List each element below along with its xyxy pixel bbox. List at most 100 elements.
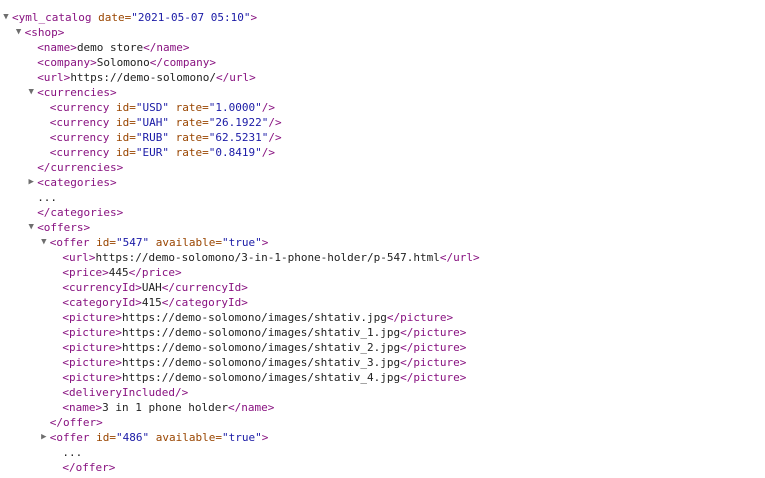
xml-text: https://demo-solomono/ <box>70 71 217 84</box>
currency-usd: <currency id="USD" rate="1.0000"/> <box>50 100 275 115</box>
offer-486-close: </offer> <box>62 460 115 475</box>
xml-attribute-name: id= <box>96 431 117 444</box>
xml-text: 415 <box>141 296 162 309</box>
xml-text: demo store <box>76 41 144 54</box>
shop-url-line: <url>https://demo-solomono/</url> <box>0 70 765 85</box>
shop-name: <name>demo store</name> <box>37 40 189 55</box>
xml-tag: </offer> <box>49 416 103 429</box>
offer-category-id: <categoryId>415</categoryId> <box>62 295 247 310</box>
xml-attribute-value: "true" <box>222 236 262 249</box>
xml-tag: </currencies> <box>37 161 124 174</box>
offer-picture-4-line: <picture>https://demo-solomono/images/sh… <box>0 355 765 370</box>
xml-tag: <offer <box>49 431 90 444</box>
currency-uah-line: <currency id="UAH" rate="26.1922"/> <box>0 115 765 130</box>
xml-text: https://demo-solomono/images/shtativ.jpg <box>122 311 387 324</box>
collapse-arrow-icon[interactable]: ▶ <box>39 430 49 445</box>
xml-text: 445 <box>108 266 129 279</box>
xml-tag: <url> <box>37 71 71 84</box>
xml-tag: <currencyId> <box>62 281 142 294</box>
offer-picture-5-line: <picture>https://demo-solomono/images/sh… <box>0 370 765 385</box>
offer-486-open-line[interactable]: ▶ <offer id="486" available="true"> <box>0 430 765 445</box>
xml-attribute-name: available= <box>155 236 223 249</box>
collapse-arrow-icon[interactable]: ▶ <box>26 175 36 190</box>
xml-text: https://demo-solomono/images/shtativ_2.j… <box>122 341 401 354</box>
xml-tag: <categories> <box>37 176 117 189</box>
xml-attribute-name: available= <box>155 431 223 444</box>
currencies-open-line[interactable]: ▼ <currencies> <box>0 85 765 100</box>
xml-tag: </picture> <box>400 341 467 354</box>
offer-url-line: <url>https://demo-solomono/3-in-1-phone-… <box>0 250 765 265</box>
xml-text: Solomono <box>96 56 150 69</box>
offer-547-open-line[interactable]: ▼ <offer id="547" available="true"> <box>0 235 765 250</box>
shop-open-line[interactable]: ▼ <shop> <box>0 25 765 40</box>
xml-attribute-value: "USD" <box>135 101 170 114</box>
xml-tag: <currency <box>49 131 110 144</box>
categories-ellipsis: ... <box>37 190 57 205</box>
xml-attribute-value: "1.0000" <box>208 101 262 114</box>
xml-tag: <price> <box>62 266 109 279</box>
xml-tag: > <box>261 431 269 444</box>
shop-open: <shop> <box>25 25 65 40</box>
offer-delivery-included: <deliveryIncluded/> <box>62 385 188 400</box>
expand-arrow-icon[interactable]: ▼ <box>26 85 36 100</box>
offer-picture-2-line: <picture>https://demo-solomono/images/sh… <box>0 325 765 340</box>
xml-tag: </company> <box>149 56 217 69</box>
yml-catalog-open: <yml_catalog date="2021-05-07 05:10"> <box>12 10 257 25</box>
shop-company-line: <company>Solomono</company> <box>0 55 765 70</box>
offer-name: <name>3 in 1 phone holder</name> <box>62 400 274 415</box>
xml-tag: <currency <box>49 116 110 129</box>
xml-attribute-value: "RUB" <box>135 131 170 144</box>
xml-attribute-value: "62.5231" <box>208 131 269 144</box>
xml-tag: /> <box>268 131 282 144</box>
offer-picture-5: <picture>https://demo-solomono/images/sh… <box>62 370 466 385</box>
xml-attribute-name: id= <box>96 236 117 249</box>
xml-tag: </picture> <box>400 326 467 339</box>
currency-rub: <currency id="RUB" rate="62.5231"/> <box>50 130 282 145</box>
xml-text <box>169 116 176 129</box>
xml-tag: </currencyId> <box>161 281 248 294</box>
currency-eur-line: <currency id="EUR" rate="0.8419"/> <box>0 145 765 160</box>
xml-tag: </url> <box>439 251 480 264</box>
categories-open-line[interactable]: ▶ <categories> <box>0 175 765 190</box>
xml-text <box>169 131 176 144</box>
xml-tag: </url> <box>216 71 256 84</box>
xml-tag: <picture> <box>62 356 122 369</box>
expand-arrow-icon[interactable]: ▼ <box>26 220 36 235</box>
offers-open-line[interactable]: ▼ <offers> <box>0 220 765 235</box>
xml-attribute-value: "486" <box>116 431 150 444</box>
xml-tag: </name> <box>143 41 190 54</box>
expand-arrow-icon[interactable]: ▼ <box>1 10 11 25</box>
xml-tag: <shop> <box>24 26 65 39</box>
xml-attribute-name: id= <box>116 146 136 159</box>
xml-tag: /> <box>261 146 276 159</box>
offer-url: <url>https://demo-solomono/3-in-1-phone-… <box>62 250 479 265</box>
xml-tag: </price> <box>128 266 182 279</box>
shop-url: <url>https://demo-solomono/</url> <box>37 70 256 85</box>
offer-picture-3-line: <picture>https://demo-solomono/images/sh… <box>0 340 765 355</box>
xml-tag: <picture> <box>62 371 122 384</box>
xml-text: https://demo-solomono/images/shtativ_3.j… <box>122 356 401 369</box>
yml-catalog-open-line[interactable]: ▼ <yml_catalog date="2021-05-07 05:10"> <box>0 10 765 25</box>
offer-category-id-line: <categoryId>415</categoryId> <box>0 295 765 310</box>
xml-tag: > <box>250 11 258 24</box>
xml-text: https://demo-solomono/images/shtativ_4.j… <box>122 371 401 384</box>
offer-547-close: </offer> <box>50 415 103 430</box>
currency-uah: <currency id="UAH" rate="26.1922"/> <box>50 115 282 130</box>
xml-attribute-value: "EUR" <box>135 146 170 159</box>
currency-usd-line: <currency id="USD" rate="1.0000"/> <box>0 100 765 115</box>
xml-tag: <name> <box>37 41 77 54</box>
categories-ellipsis-line: ... <box>0 190 765 205</box>
offer-picture-4: <picture>https://demo-solomono/images/sh… <box>62 355 466 370</box>
offer-currency-id-line: <currencyId>UAH</currencyId> <box>0 280 765 295</box>
xml-attribute-value: "547" <box>116 236 150 249</box>
xml-attribute-value: "true" <box>222 431 262 444</box>
offer-547-open: <offer id="547" available="true"> <box>50 235 269 250</box>
categories-open: <categories> <box>37 175 116 190</box>
expand-arrow-icon[interactable]: ▼ <box>14 25 24 40</box>
xml-text <box>149 431 156 444</box>
xml-attribute-name: rate= <box>175 131 209 144</box>
offer-price-line: <price>445</price> <box>0 265 765 280</box>
expand-arrow-icon[interactable]: ▼ <box>39 235 49 250</box>
xml-attribute-name: date= <box>98 11 132 24</box>
offer-picture-1-line: <picture>https://demo-solomono/images/sh… <box>0 310 765 325</box>
